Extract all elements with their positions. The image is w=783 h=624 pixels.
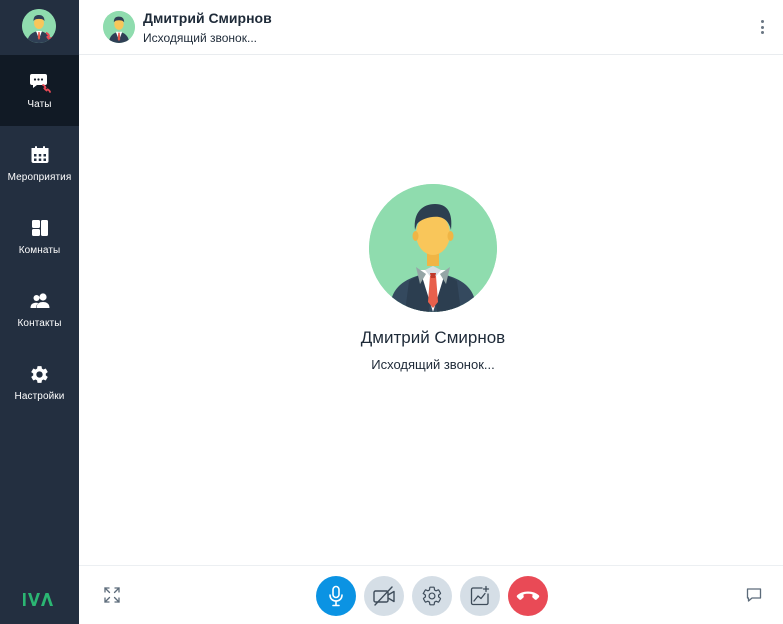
sidebar-item-contacts[interactable]: Контакты xyxy=(0,274,79,345)
microphone-icon xyxy=(329,585,343,607)
rooms-icon xyxy=(29,217,51,239)
fullscreen-icon[interactable] xyxy=(103,586,121,604)
app-window: Чаты Мероприятия Комнаты Контакты Настро… xyxy=(0,0,783,624)
sidebar-item-events[interactable]: Мероприятия xyxy=(0,128,79,199)
person-avatar-icon xyxy=(22,9,56,43)
sidebar-item-label: Контакты xyxy=(17,318,62,329)
screen-share-icon xyxy=(470,585,490,606)
camera-off-icon xyxy=(373,586,395,606)
sidebar-item-label: Комнаты xyxy=(18,245,61,256)
screen-share-button[interactable] xyxy=(460,576,500,616)
chat-header: Дмитрий Смирнов Исходящий звонок... xyxy=(79,0,783,55)
sidebar: Чаты Мероприятия Комнаты Контакты Настро… xyxy=(0,0,79,624)
microphone-button[interactable] xyxy=(316,576,356,616)
more-options-icon[interactable] xyxy=(757,18,767,36)
caller-status: Исходящий звонок... xyxy=(371,357,495,372)
chat-bubble-icon[interactable] xyxy=(745,586,763,604)
sidebar-item-label: Чаты xyxy=(27,99,52,110)
sidebar-item-settings[interactable]: Настройки xyxy=(0,347,79,418)
caller-avatar xyxy=(369,184,497,312)
sidebar-item-label: Мероприятия xyxy=(7,172,72,183)
call-settings-button[interactable] xyxy=(412,576,452,616)
gear-icon xyxy=(29,363,51,385)
settings-icon xyxy=(422,586,442,606)
hang-up-icon xyxy=(516,591,540,600)
sidebar-item-chats[interactable]: Чаты xyxy=(0,55,79,126)
person-avatar-icon xyxy=(103,11,135,43)
user-avatar[interactable] xyxy=(22,9,56,43)
contact-name: Дмитрий Смирнов xyxy=(143,10,272,26)
person-avatar-icon xyxy=(369,184,497,312)
camera-toggle-button[interactable] xyxy=(364,576,404,616)
sidebar-item-label: Настройки xyxy=(14,391,65,402)
contacts-icon xyxy=(29,290,51,312)
iva-logo xyxy=(22,590,56,608)
contact-avatar[interactable] xyxy=(103,11,135,43)
call-status-text: Исходящий звонок... xyxy=(143,31,257,45)
hang-up-button[interactable] xyxy=(508,576,548,616)
chat-call-icon xyxy=(29,71,51,93)
calendar-icon xyxy=(29,144,51,166)
sidebar-item-rooms[interactable]: Комнаты xyxy=(0,201,79,272)
call-controls-bar xyxy=(79,565,783,624)
caller-name: Дмитрий Смирнов xyxy=(360,328,506,347)
